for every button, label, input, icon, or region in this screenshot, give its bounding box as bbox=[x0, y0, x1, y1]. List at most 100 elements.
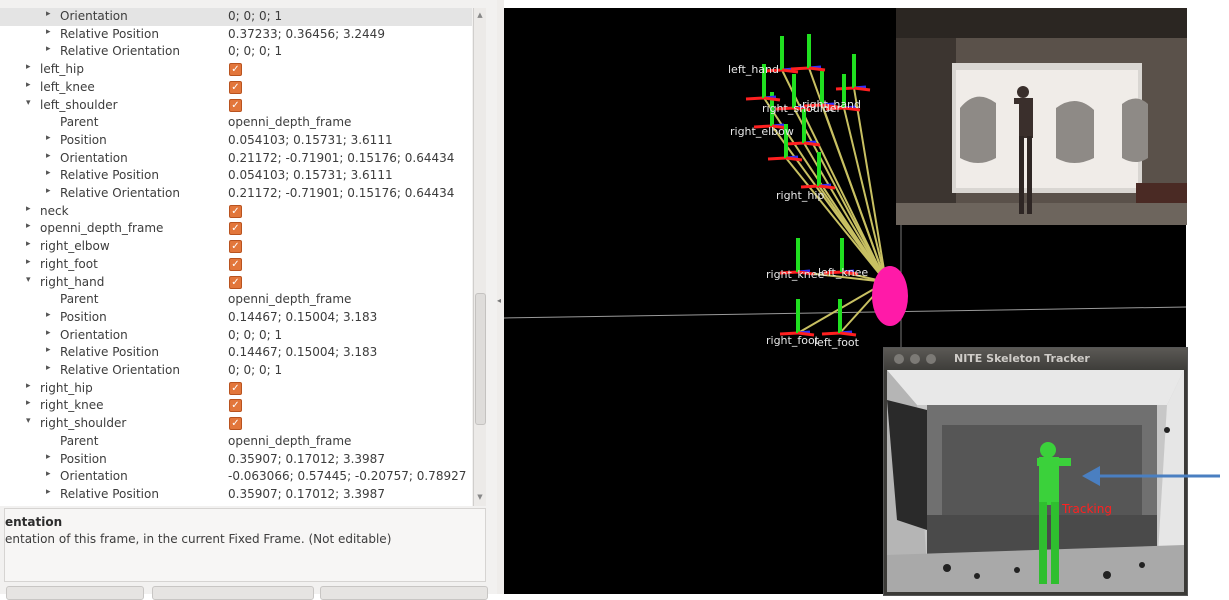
expand-arrow-icon[interactable]: ▸ bbox=[46, 27, 51, 37]
tree-row[interactable]: ▸ Orientation 0; 0; 0; 1 bbox=[0, 327, 472, 345]
maximize-window-icon[interactable] bbox=[926, 354, 936, 364]
panel-splitter[interactable]: ◂ bbox=[497, 0, 504, 594]
tree-row-name: openni_depth_frame bbox=[40, 221, 164, 236]
tree-row[interactable]: ▸ Orientation 0; 0; 0; 1 bbox=[0, 8, 472, 26]
tree-row-name: Relative Position bbox=[60, 345, 159, 360]
enabled-checkbox[interactable]: ✓ bbox=[229, 80, 242, 94]
scroll-down-icon[interactable]: ▼ bbox=[475, 492, 485, 502]
expand-arrow-icon[interactable]: ▸ bbox=[26, 204, 31, 214]
frame-label: right_hip bbox=[776, 189, 824, 202]
tf-frames-tree[interactable]: ▸ Orientation 0; 0; 0; 1 ▸ Relative Position… bbox=[0, 8, 472, 506]
collapse-arrow-icon[interactable]: ▾ bbox=[26, 416, 31, 426]
tree-row-value: 0.21172; -0.71901; 0.15176; 0.64434 bbox=[228, 150, 455, 165]
tree-row-value: 0; 0; 0; 1 bbox=[228, 327, 283, 342]
expand-arrow-icon[interactable]: ▸ bbox=[46, 44, 51, 54]
tree-row[interactable]: ▾ left_shoulder ✓ bbox=[0, 97, 472, 115]
expand-arrow-icon[interactable]: ▸ bbox=[46, 345, 51, 355]
expand-arrow-icon[interactable]: ▸ bbox=[46, 487, 51, 497]
expand-arrow-icon[interactable]: ▸ bbox=[46, 9, 51, 19]
expand-arrow-icon[interactable]: ▸ bbox=[46, 310, 51, 320]
expand-arrow-icon[interactable]: ▸ bbox=[26, 381, 31, 391]
tree-row-name: Orientation bbox=[60, 469, 128, 484]
tree-row[interactable]: ▸ left_hip ✓ bbox=[0, 61, 472, 79]
collapse-arrow-icon[interactable]: ▾ bbox=[26, 275, 31, 285]
tree-row[interactable]: ▾ right_hand ✓ bbox=[0, 274, 472, 292]
tree-row-value: 0; 0; 0; 1 bbox=[228, 9, 283, 23]
tree-row-name: Relative Position bbox=[60, 486, 159, 501]
tree-row[interactable]: ▸ openni_depth_frame ✓ bbox=[0, 220, 472, 238]
expand-arrow-icon[interactable]: ▸ bbox=[46, 168, 51, 178]
tree-row-value: openni_depth_frame bbox=[228, 115, 352, 130]
enabled-checkbox[interactable]: ✓ bbox=[229, 204, 242, 218]
minimize-window-icon[interactable] bbox=[910, 354, 920, 364]
panel-button-3[interactable] bbox=[320, 586, 488, 600]
tree-row-name: Orientation bbox=[60, 9, 128, 23]
tree-row[interactable]: Parent openni_depth_frame bbox=[0, 114, 472, 132]
frame-label: right_elbow bbox=[730, 125, 794, 138]
tree-row[interactable]: ▸ Relative Orientation 0.21172; -0.71901; … bbox=[0, 185, 472, 203]
tree-row-name: Parent bbox=[60, 433, 99, 448]
expand-arrow-icon[interactable]: ▸ bbox=[26, 80, 31, 90]
tree-row[interactable]: ▸ Relative Position 0.37233; 0.36456; 3.24… bbox=[0, 26, 472, 44]
tree-row-value: 0.37233; 0.36456; 3.2449 bbox=[228, 26, 385, 41]
enabled-checkbox[interactable]: ✓ bbox=[229, 98, 242, 112]
tree-row[interactable]: ▸ Orientation 0.21172; -0.71901; 0.15176; … bbox=[0, 150, 472, 168]
tree-row[interactable]: ▸ Relative Position 0.35907; 0.17012; 3.39… bbox=[0, 486, 472, 504]
enabled-checkbox[interactable]: ✓ bbox=[229, 63, 242, 77]
tree-row[interactable]: ▸ Position 0.35907; 0.17012; 3.3987 bbox=[0, 451, 472, 469]
window-titlebar[interactable]: NITE Skeleton Tracker bbox=[884, 348, 1187, 370]
tree-row[interactable]: ▸ Relative Orientation 0; 0; 0; 1 bbox=[0, 362, 472, 380]
tree-row[interactable]: ▾ right_shoulder ✓ bbox=[0, 415, 472, 433]
expand-arrow-icon[interactable]: ▸ bbox=[46, 133, 51, 143]
tree-row[interactable]: Parent openni_depth_frame bbox=[0, 433, 472, 451]
splitter-handle-icon[interactable]: ◂ bbox=[497, 296, 501, 305]
enabled-checkbox[interactable]: ✓ bbox=[229, 399, 242, 413]
expand-arrow-icon[interactable]: ▸ bbox=[26, 221, 31, 231]
tree-row-name: left_hip bbox=[40, 62, 84, 77]
tree-row[interactable]: ▸ Orientation -0.063066; 0.57445; -0.20757… bbox=[0, 468, 472, 486]
expand-arrow-icon[interactable]: ▸ bbox=[26, 62, 31, 72]
expand-arrow-icon[interactable]: ▸ bbox=[46, 328, 51, 338]
tree-row[interactable]: ▸ right_elbow ✓ bbox=[0, 238, 472, 256]
tree-scrollbar[interactable]: ▲ ▼ bbox=[473, 8, 486, 506]
description-title: entation bbox=[5, 515, 63, 529]
frame-label: right_foot bbox=[766, 334, 820, 347]
enabled-checkbox[interactable]: ✓ bbox=[229, 257, 242, 271]
enabled-checkbox[interactable]: ✓ bbox=[229, 381, 242, 395]
tree-row-value: 0.35907; 0.17012; 3.3987 bbox=[228, 451, 385, 466]
tree-row[interactable]: ▸ Relative Position 0.14467; 0.15004; 3.18… bbox=[0, 344, 472, 362]
enabled-checkbox[interactable]: ✓ bbox=[229, 222, 242, 236]
expand-arrow-icon[interactable]: ▸ bbox=[46, 186, 51, 196]
enabled-checkbox[interactable]: ✓ bbox=[229, 240, 242, 254]
expand-arrow-icon[interactable]: ▸ bbox=[26, 398, 31, 408]
tree-row[interactable]: ▸ right_foot ✓ bbox=[0, 256, 472, 274]
nite-skeleton-tracker-window[interactable]: NITE Skeleton Tracker Tracking bbox=[883, 347, 1188, 596]
tree-row[interactable]: ▸ right_knee ✓ bbox=[0, 397, 472, 415]
panel-button-1[interactable] bbox=[6, 586, 144, 600]
expand-arrow-icon[interactable]: ▸ bbox=[46, 363, 51, 373]
expand-arrow-icon[interactable]: ▸ bbox=[46, 452, 51, 462]
tree-row[interactable]: ▸ Relative Position 0.054103; 0.15731; 3.6… bbox=[0, 167, 472, 185]
expand-arrow-icon[interactable]: ▸ bbox=[46, 151, 51, 161]
tree-row[interactable]: ▸ Position 0.14467; 0.15004; 3.183 bbox=[0, 309, 472, 327]
expand-arrow-icon[interactable]: ▸ bbox=[26, 257, 31, 267]
collapse-arrow-icon[interactable]: ▾ bbox=[26, 98, 31, 108]
expand-arrow-icon[interactable]: ▸ bbox=[46, 469, 51, 479]
tree-row[interactable]: ▸ Relative Orientation 0; 0; 0; 1 bbox=[0, 43, 472, 61]
panel-button-2[interactable] bbox=[152, 586, 314, 600]
scroll-up-icon[interactable]: ▲ bbox=[475, 10, 485, 20]
sensor-frame-marker bbox=[872, 266, 908, 326]
frame-label: left_foot bbox=[814, 336, 860, 349]
close-window-icon[interactable] bbox=[894, 354, 904, 364]
enabled-checkbox[interactable]: ✓ bbox=[229, 417, 242, 431]
frame-label: right_knee bbox=[766, 268, 824, 281]
enabled-checkbox[interactable]: ✓ bbox=[229, 275, 242, 289]
tree-row[interactable]: ▸ left_knee ✓ bbox=[0, 79, 472, 97]
tree-row[interactable]: ▸ neck ✓ bbox=[0, 203, 472, 221]
tree-row-name: Relative Orientation bbox=[60, 186, 180, 200]
tree-row[interactable]: ▸ Position 0.054103; 0.15731; 3.6111 bbox=[0, 132, 472, 150]
expand-arrow-icon[interactable]: ▸ bbox=[26, 239, 31, 249]
tree-row[interactable]: Parent openni_depth_frame bbox=[0, 291, 472, 309]
tree-row[interactable]: ▸ right_hip ✓ bbox=[0, 380, 472, 398]
scrollbar-thumb[interactable] bbox=[475, 293, 486, 425]
